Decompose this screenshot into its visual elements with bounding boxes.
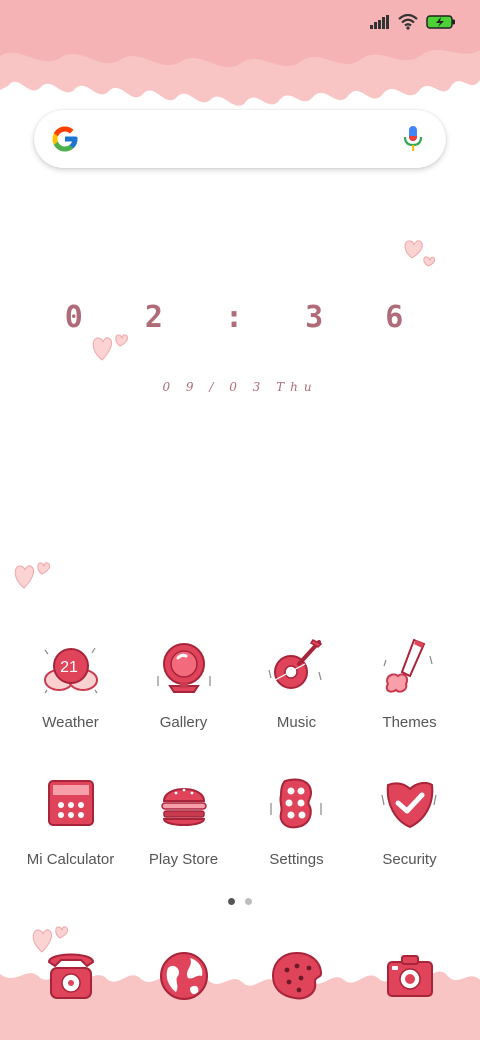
clock-time[interactable]: 0 2 : 3 6 [0,300,480,335]
weather-temperature: 21 [60,659,78,676]
dock-camera[interactable] [353,948,466,1004]
play-store-icon [160,788,207,826]
dock-browser[interactable] [127,948,240,1004]
dock-messages[interactable] [240,948,353,1004]
signal-bars-icon [370,15,389,29]
dock [0,948,480,1008]
app-row: 21 Weather Gallery Music Themes [0,636,480,756]
google-logo-icon [52,126,78,152]
messages-icon [271,951,322,1000]
app-weather[interactable]: 21 Weather [14,636,127,731]
heart-decoration-icon [404,240,436,267]
microphone-icon[interactable] [402,125,424,153]
app-play-store[interactable]: Play Store [127,773,240,868]
wifi-icon [398,14,418,30]
app-label: Music [276,714,317,731]
app-music[interactable]: Music [240,636,353,731]
page-dot[interactable] [245,898,252,905]
page-dot-active[interactable] [228,898,235,905]
camera-icon [386,955,433,997]
app-gallery[interactable]: Gallery [127,636,240,731]
app-label: Weather [42,714,99,731]
dock-phone[interactable] [14,948,127,1004]
calculator-icon [47,780,94,826]
app-mi-calculator[interactable]: Mi Calculator [14,773,127,868]
security-icon [380,781,437,829]
app-label: Settings [269,851,324,868]
page-indicator[interactable] [0,898,480,906]
app-label: Gallery [159,714,208,731]
google-search-bar[interactable] [34,110,446,168]
status-bar [370,10,456,34]
app-label: Themes [382,714,437,731]
app-themes[interactable]: Themes [353,636,466,731]
clock-date: 0 9 / 0 3 Thu [162,380,318,394]
app-row: Mi Calculator Play Store Settings Securi… [0,773,480,893]
battery-charging-icon [426,15,455,29]
app-security[interactable]: Security [353,773,466,868]
browser-icon [159,952,208,1000]
app-label: Security [382,851,437,868]
heart-decoration-icon [14,562,51,589]
app-label: Play Store [148,851,219,868]
phone-icon [47,953,94,999]
settings-icon [269,778,322,829]
gallery-icon [156,643,211,693]
app-label: Mi Calculator [26,851,115,868]
weather-icon: 21 [43,647,98,694]
music-icon [267,639,322,689]
app-settings[interactable]: Settings [240,773,353,868]
themes-icon [382,638,433,693]
